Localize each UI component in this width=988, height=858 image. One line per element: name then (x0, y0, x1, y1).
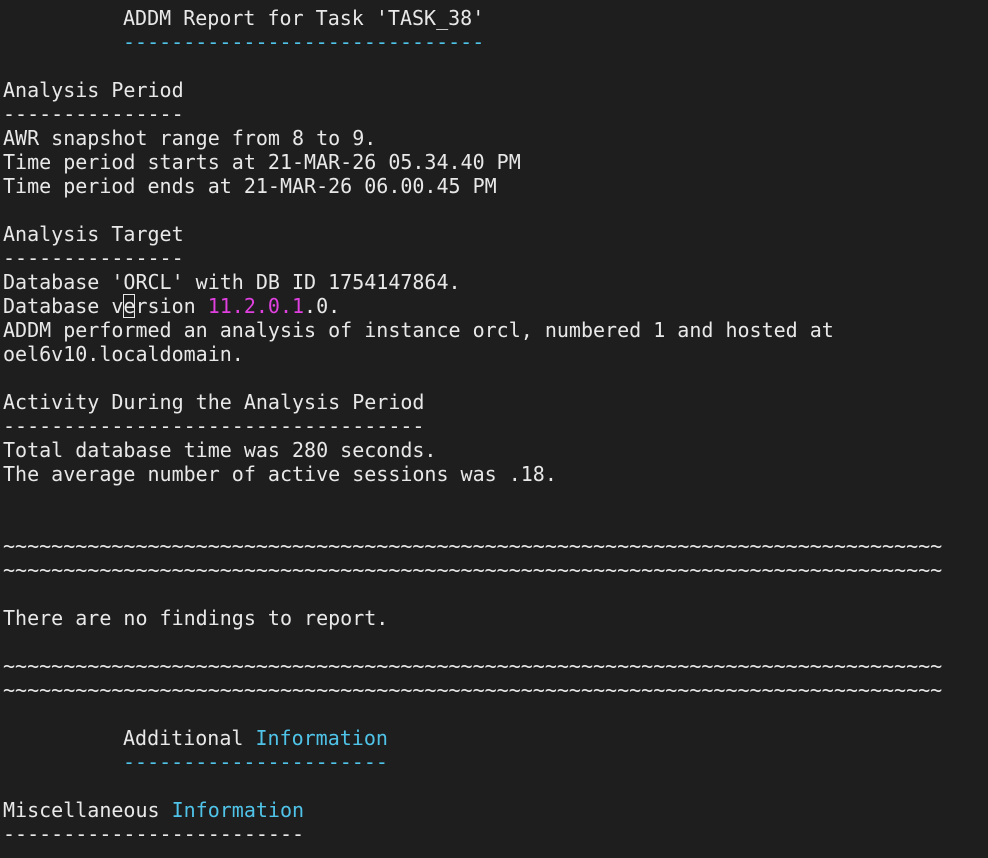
report-title-line: ADDM Report for Task 'TASK_38' (3, 6, 988, 30)
activity-line-dbtime: Total database time was 280 seconds. (3, 438, 437, 462)
terminal-window[interactable]: ADDM Report for Task 'TASK_38' ---------… (0, 0, 988, 858)
version-mid: rsion (135, 294, 208, 318)
version-prefix: Database v (3, 294, 124, 318)
target-heading: Analysis Target (3, 222, 184, 246)
period-heading: Analysis Period (3, 78, 184, 102)
version-number: 11.2.0.1 (207, 294, 305, 318)
activity-rule: ----------------------------------- (3, 414, 425, 438)
additional-word: Additional (123, 726, 244, 750)
misc-word: Miscellaneous (3, 798, 160, 822)
period-line-start: Time period starts at 21-MAR-26 05.34.40… (3, 150, 521, 174)
misc-rule: ------------------------- (3, 822, 305, 846)
report-title: ADDM Report for Task 'TASK_38' (123, 6, 485, 30)
additional-rule: ---------------------- (123, 750, 388, 774)
version-suffix: .0. (304, 294, 341, 318)
misc-info-word: Information (171, 798, 305, 822)
report-title-rule: ------------------------------ (123, 30, 485, 54)
tilde-rule: ~~~~~~~~~~~~~~~~~~~~~~~~~~~~~~~~~~~~~~~~… (3, 654, 943, 678)
findings-line: There are no findings to report. (3, 606, 389, 630)
additional-info-word: Information (255, 726, 388, 750)
text-cursor: e (123, 294, 136, 318)
target-version-line: Database version 11.2.0.1.0. (3, 294, 988, 318)
target-instance-line: ADDM performed an analysis of instance o… (3, 318, 834, 342)
report-title-rule-line: ------------------------------ (3, 30, 988, 54)
tilde-rule: ~~~~~~~~~~~~~~~~~~~~~~~~~~~~~~~~~~~~~~~~… (3, 558, 943, 582)
target-rule: --------------- (3, 246, 184, 270)
period-line-snapshot: AWR snapshot range from 8 to 9. (3, 126, 377, 150)
additional-rule-line: ---------------------- (3, 750, 988, 774)
tilde-rule: ~~~~~~~~~~~~~~~~~~~~~~~~~~~~~~~~~~~~~~~~… (3, 678, 943, 702)
misc-heading: Miscellaneous Information (3, 798, 988, 822)
additional-heading: Additional Information (3, 726, 988, 750)
tilde-rule: ~~~~~~~~~~~~~~~~~~~~~~~~~~~~~~~~~~~~~~~~… (3, 534, 943, 558)
target-host-line: oel6v10.localdomain. (3, 342, 244, 366)
period-rule: --------------- (3, 102, 184, 126)
period-line-end: Time period ends at 21-MAR-26 06.00.45 P… (3, 174, 497, 198)
target-db-line: Database 'ORCL' with DB ID 1754147864. (3, 270, 461, 294)
activity-line-sessions: The average number of active sessions wa… (3, 462, 557, 486)
activity-heading: Activity During the Analysis Period (3, 390, 425, 414)
